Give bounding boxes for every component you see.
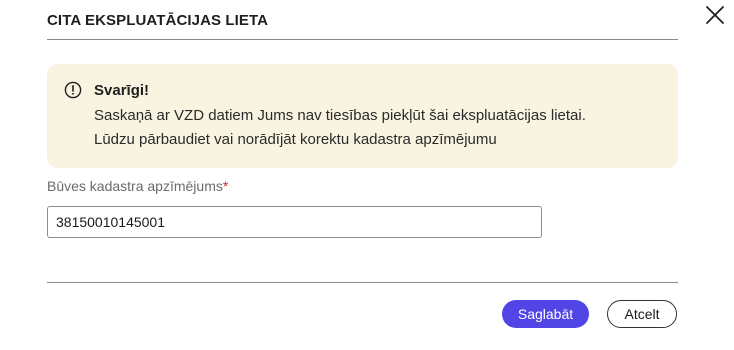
warning-alert: Svarīgi! Saskaņā ar VZD datiem Jums nav … (47, 64, 678, 168)
cancel-button[interactable]: Atcelt (607, 300, 677, 328)
required-marker: * (222, 178, 229, 194)
dialog-title: CITA EKSPLUATĀCIJAS LIETA (47, 12, 269, 29)
close-button[interactable] (703, 3, 727, 27)
header-divider (47, 39, 678, 40)
alert-heading: Svarīgi! (94, 82, 150, 99)
dialog: CITA EKSPLUATĀCIJAS LIETA Svarīgi! Saska… (0, 0, 734, 350)
footer-divider (47, 282, 678, 283)
save-button[interactable]: Saglabāt (502, 300, 589, 328)
alert-message-line-2: Lūdzu pārbaudiet vai norādījāt korektu k… (94, 131, 497, 148)
info-circle-icon (64, 81, 82, 99)
close-icon (706, 6, 724, 24)
cadastre-number-input[interactable] (47, 206, 542, 238)
cadastre-field-label: Būves kadastra apzīmējums* (47, 178, 228, 194)
cadastre-field-label-text: Būves kadastra apzīmējums (47, 178, 223, 194)
alert-message-line-1: Saskaņā ar VZD datiem Jums nav tiesības … (94, 107, 586, 124)
